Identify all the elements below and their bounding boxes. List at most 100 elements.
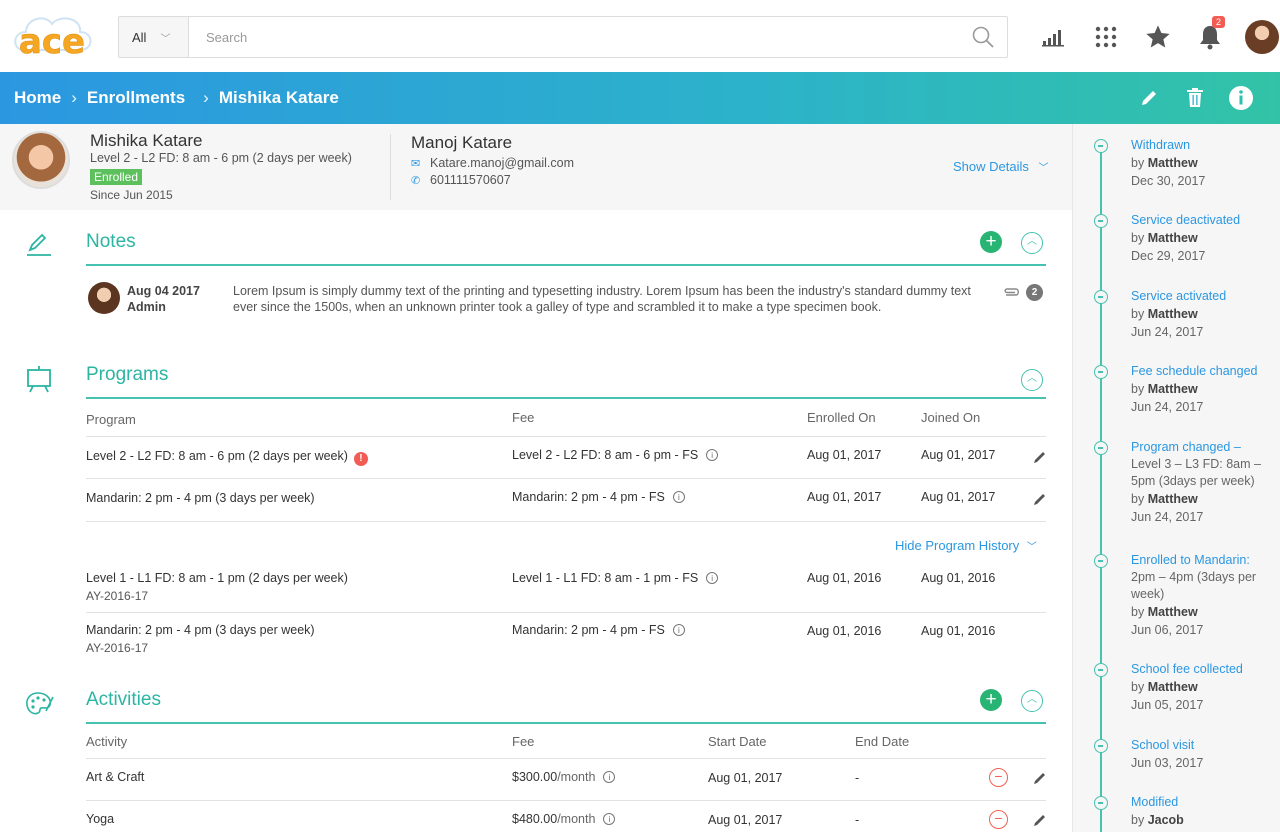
activity-fee-amount: $300.00 [512, 770, 558, 784]
timeline-dot-icon [1094, 796, 1108, 810]
breadcrumb-current: Mishika Katare [218, 88, 339, 107]
timeline-by: by Matthew [1131, 492, 1198, 506]
student-program: Level 2 - L2 FD: 8 am - 6 pm (2 days per… [90, 151, 352, 165]
collapse-notes-button[interactable]: ︿ [1021, 232, 1043, 254]
apps-grid-icon[interactable] [1080, 16, 1132, 58]
search-input[interactable] [189, 17, 959, 57]
info-icon[interactable]: i [603, 771, 616, 783]
notes-icon [27, 233, 51, 256]
column-header-program: Program [86, 412, 136, 427]
info-icon[interactable]: i [603, 813, 616, 825]
timeline-title[interactable]: Service deactivated [1131, 212, 1279, 229]
guardian-email[interactable]: ✉ Katare.manoj@gmail.com [411, 156, 574, 170]
timeline-by: by Matthew [1131, 156, 1198, 170]
info-icon[interactable]: i [706, 449, 719, 461]
program-name: Mandarin: 2 pm - 4 pm (3 days per week) [86, 623, 315, 637]
table-row: Level 2 - L2 FD: 8 am - 6 pm (2 days per… [86, 449, 368, 466]
timeline-dot-icon [1094, 139, 1108, 153]
timeline-by: by Matthew [1131, 605, 1198, 619]
timeline-title[interactable]: Withdrawn [1131, 137, 1279, 154]
edit-icon[interactable] [1126, 84, 1172, 112]
column-header-joined-on: Joined On [921, 410, 981, 425]
palette-icon [26, 692, 54, 715]
academic-year: AY-2016-17 [86, 641, 149, 655]
svg-text:ace: ace [19, 22, 85, 62]
program-name: Level 1 - L1 FD: 8 am - 1 pm (2 days per… [86, 571, 348, 585]
star-icon[interactable] [1132, 16, 1184, 58]
timeline-date: Dec 30, 2017 [1131, 174, 1206, 188]
info-icon[interactable]: i [706, 572, 719, 584]
remove-activity-button[interactable]: − [989, 810, 1008, 829]
paperclip-icon[interactable] [1001, 286, 1021, 298]
section-divider [86, 397, 1046, 399]
row-divider [86, 800, 1046, 801]
activity-fee-period: /month [557, 770, 596, 784]
hide-program-history-link[interactable]: Hide Program History ﹀ [895, 538, 1037, 553]
alert-icon[interactable]: ! [353, 452, 368, 466]
guardian-name: Manoj Katare [411, 133, 513, 152]
guardian-email-text: Katare.manoj@gmail.com [430, 156, 574, 170]
chevron-down-icon: ﹀ [1038, 163, 1049, 174]
guardian-phone[interactable]: ✆ 601111570607 [411, 173, 511, 187]
reports-icon[interactable] [1028, 16, 1080, 58]
note-text: Lorem Ipsum is simply dummy text of the … [233, 284, 971, 314]
info-icon[interactable] [1218, 84, 1264, 112]
edit-icon[interactable] [1033, 450, 1047, 464]
search-icon[interactable] [959, 17, 1007, 57]
timeline-date: Dec 29, 2017 [1131, 249, 1206, 263]
add-note-button[interactable]: + [980, 231, 1002, 253]
chevron-down-icon: ﹀ [160, 33, 171, 45]
timeline-title[interactable]: School fee collected [1131, 661, 1279, 678]
breadcrumb-separator-icon: › [203, 88, 209, 107]
phone-icon: ✆ [411, 174, 421, 187]
activity-start-date: Aug 01, 2017 [708, 771, 783, 785]
info-icon[interactable]: i [672, 491, 685, 503]
ace-logo[interactable]: ace [10, 10, 94, 64]
edit-icon[interactable] [1033, 813, 1047, 827]
notifications-icon[interactable]: 2 [1184, 16, 1236, 58]
notification-badge: 2 [1212, 16, 1226, 28]
edit-icon[interactable] [1033, 771, 1047, 785]
show-details-link[interactable]: Show Details ﹀ [953, 159, 1049, 174]
presentation-board-icon [27, 366, 51, 393]
timeline-title[interactable]: Service activated [1131, 288, 1279, 305]
timeline-dot-icon [1094, 290, 1108, 304]
breadcrumb-home[interactable]: Home [14, 88, 61, 108]
activity-fee-amount: $480.00 [512, 812, 558, 826]
email-icon: ✉ [411, 157, 421, 170]
timeline-date: Jun 06, 2017 [1131, 623, 1204, 637]
breadcrumb-enrollments[interactable]: Enrollments [87, 88, 185, 108]
collapse-programs-button[interactable]: ︿ [1021, 369, 1043, 391]
row-divider [86, 758, 1046, 759]
row-divider [86, 612, 1046, 613]
program-joined-on: Aug 01, 2017 [921, 490, 996, 504]
search-scope-dropdown[interactable]: All ﹀ [119, 17, 189, 57]
timeline-title[interactable]: Fee schedule changed [1131, 363, 1280, 380]
timeline-title[interactable]: School visit [1131, 737, 1279, 754]
timeline-by: by Matthew [1131, 231, 1198, 245]
table-row: Level 1 - L1 FD: 8 am - 1 pm (2 days per… [86, 571, 348, 585]
collapse-activities-button[interactable]: ︿ [1021, 690, 1043, 712]
hide-history-label: Hide Program History [895, 538, 1020, 553]
guardian-phone-text: 601111570607 [430, 173, 511, 187]
program-enrolled-on: Aug 01, 2017 [807, 448, 882, 462]
program-enrolled-on: Aug 01, 2016 [807, 571, 882, 585]
delete-icon[interactable] [1172, 84, 1218, 112]
chevron-down-icon: ﹀ [1026, 542, 1037, 553]
timeline-title[interactable]: Program changed – [1131, 439, 1269, 456]
activity-name: Yoga [86, 812, 115, 826]
add-activity-button[interactable]: + [980, 689, 1002, 711]
remove-activity-button[interactable]: − [989, 768, 1008, 787]
column-header-fee: Fee [512, 734, 535, 749]
student-avatar [12, 131, 70, 189]
row-divider [86, 478, 1046, 479]
row-divider [86, 521, 1046, 522]
column-header-end-date: End Date [855, 734, 910, 749]
info-icon[interactable]: i [672, 624, 685, 636]
timeline-title[interactable]: Modified [1131, 794, 1279, 811]
user-avatar[interactable] [1236, 16, 1280, 58]
avatar [88, 282, 120, 314]
timeline-title[interactable]: Enrolled to Mandarin: [1131, 552, 1271, 569]
edit-icon[interactable] [1033, 492, 1047, 506]
search-scope-label: All [132, 29, 147, 45]
